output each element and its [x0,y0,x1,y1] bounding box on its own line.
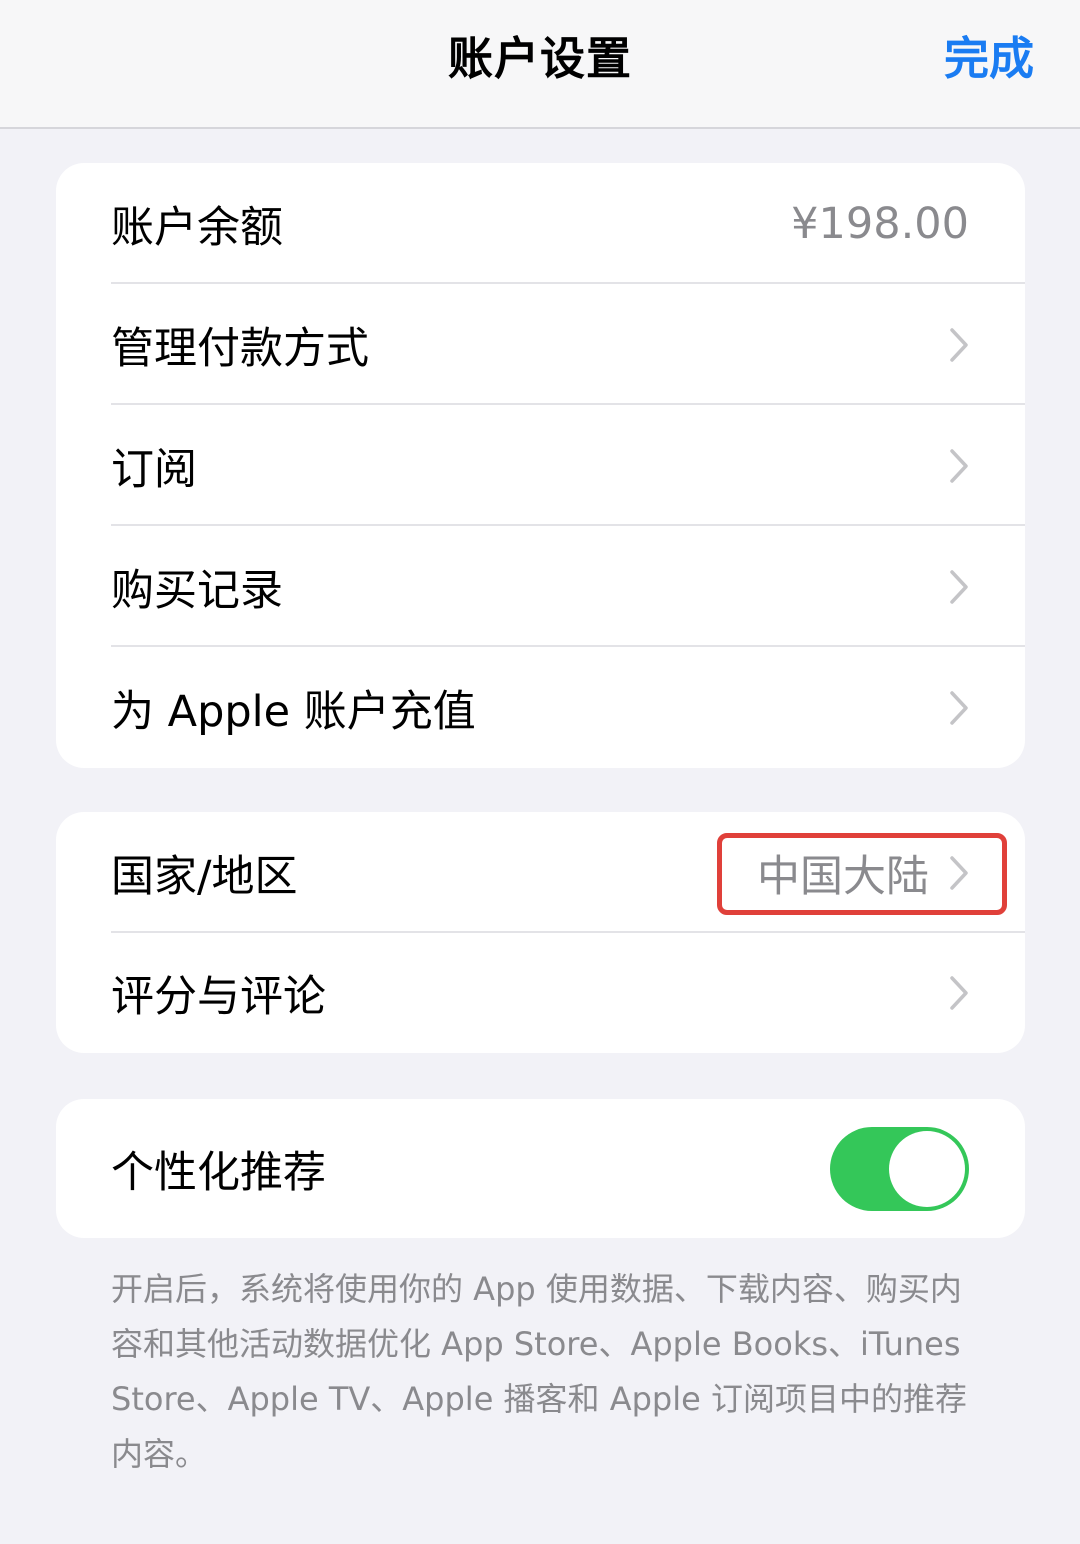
personalization-group: 个性化推荐 [56,1099,1025,1238]
balance-row: 账户余额 ¥198.00 [56,163,1025,284]
navigation-bar: 账户设置 完成 [0,0,1080,129]
chevron-right-icon [950,855,968,890]
subscriptions-row[interactable]: 订阅 [56,405,1025,526]
chevron-right-icon [950,327,968,362]
page-title: 账户设置 [447,32,632,85]
chevron-right-icon [950,976,968,1010]
region-group: 国家/地区 中国大陆 评分与评论 [56,812,1025,1053]
chevron-right-icon [950,448,968,483]
balance-label: 账户余额 [111,202,283,253]
purchase-history-row[interactable]: 购买记录 [56,526,1025,647]
toggle-knob [889,1130,965,1207]
balance-value: ¥198.00 [791,198,969,249]
topup-row[interactable]: 为 Apple 账户充值 [56,647,1025,768]
account-group: 账户余额 ¥198.00 管理付款方式 订阅 购买记录 为 Apple 账户充值 [56,163,1025,768]
personalization-footnote: 开启后，系统将使用你的 App 使用数据、下载内容、购买内容和其他活动数据优化 … [111,1270,967,1473]
topup-label: 为 Apple 账户充值 [111,686,476,737]
payment-methods-label: 管理付款方式 [111,323,369,374]
chevron-right-icon [950,569,968,604]
ratings-reviews-label: 评分与评论 [111,972,326,1022]
personalized-recommendations-label: 个性化推荐 [111,1147,326,1198]
personalized-recommendations-toggle[interactable] [830,1126,969,1211]
ratings-reviews-row[interactable]: 评分与评论 [56,933,1025,1053]
done-button[interactable]: 完成 [944,22,1034,87]
region-row[interactable]: 国家/地区 中国大陆 [56,812,1025,933]
payment-methods-row[interactable]: 管理付款方式 [56,284,1025,405]
region-label: 国家/地区 [111,851,298,902]
region-value: 中国大陆 [757,851,929,902]
purchase-history-label: 购买记录 [111,565,283,616]
subscriptions-label: 订阅 [111,444,197,495]
personalized-recommendations-row: 个性化推荐 [56,1099,1025,1238]
chevron-right-icon [950,690,968,725]
